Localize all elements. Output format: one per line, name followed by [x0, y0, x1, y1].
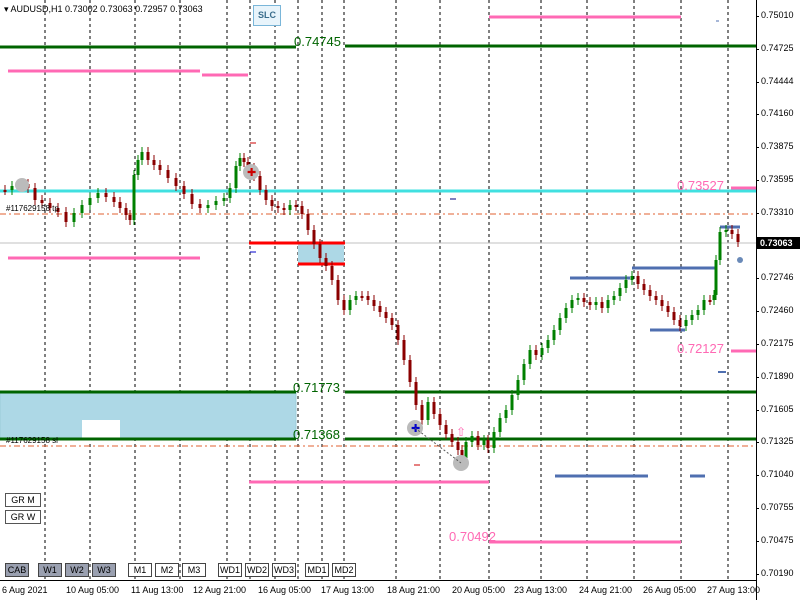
price-tick: 0.71890 [756, 370, 794, 381]
time-tick: 18 Aug 21:00 [387, 585, 441, 595]
time-tick: 23 Aug 13:00 [514, 585, 568, 595]
time-tick: 26 Aug 05:00 [643, 585, 697, 595]
price-tick: 0.74160 [756, 108, 794, 119]
level-label-pink-mid: 0.72127 [677, 341, 724, 356]
tf-button-wd3[interactable]: WD3 [272, 563, 296, 577]
symbol-info: AUDUSD,H1 0.73002 0.73063 0.72957 0.7306… [10, 4, 203, 14]
sell-arrow-icon: ✚ [247, 167, 256, 179]
time-tick: 10 Aug 05:00 [66, 585, 120, 595]
price-tick: 0.72746 [756, 272, 794, 283]
level-label-green-top: 0.74745 [294, 34, 341, 49]
tf-button-wd1[interactable]: WD1 [218, 563, 242, 577]
demand-zone [0, 391, 297, 440]
price-tick: 0.74444 [756, 75, 794, 86]
price-tick: 0.72175 [756, 338, 794, 348]
tf-button-md2[interactable]: MD2 [332, 563, 356, 577]
gr-w-button[interactable]: GR W [5, 510, 41, 524]
time-tick: 17 Aug 13:00 [321, 585, 375, 595]
price-tick: 0.74725 [756, 42, 794, 53]
price-tick: 0.70755 [756, 502, 794, 512]
level-label-green-low: 0.71368 [293, 427, 340, 442]
price-axis[interactable]: 0.75010 0.74725 0.74444 0.74160 0.73875 0.735… [756, 0, 800, 600]
time-tick: 24 Aug 21:00 [579, 585, 633, 595]
level-label-pink-low: 0.70492 [449, 529, 496, 544]
price-tick: 0.72460 [756, 305, 794, 316]
tf-button-wd2[interactable]: WD2 [245, 563, 269, 577]
price-tick: 0.73875 [756, 141, 794, 152]
time-tick: 20 Aug 05:00 [452, 585, 506, 595]
time-tick: 16 Aug 05:00 [258, 585, 312, 595]
time-tick: 27 Aug 13:00 [707, 585, 761, 595]
tf-button-w3[interactable]: W3 [92, 563, 116, 577]
time-tick: 11 Aug 13:00 [131, 585, 184, 595]
tf-button-w2[interactable]: W2 [65, 563, 89, 577]
tf-button-m2[interactable]: M2 [155, 563, 179, 577]
time-axis[interactable]: 6 Aug 2021 10 Aug 05:00 11 Aug 13:00 12 Aug… [0, 580, 760, 600]
price-tick: 0.70190 [756, 567, 794, 578]
tf-button-w1[interactable]: W1 [38, 563, 62, 577]
tp-label: #117629158 tp [6, 204, 59, 213]
chart-menu-icon[interactable]: ▾ [4, 4, 9, 14]
exit-arrow-icon: ⇧ [456, 425, 466, 439]
symbol-header: ▾ AUDUSD,H1 0.73002 0.73063 0.72957 0.73… [4, 4, 203, 15]
level-label-cyan: 0.73527 [677, 178, 724, 193]
current-price-tag: 0.73063 [757, 237, 800, 249]
price-chart[interactable]: ✚ ✚ ⇧ [0, 0, 756, 580]
price-tick: 0.71040 [756, 469, 794, 480]
trade-marker [15, 178, 29, 192]
price-tick: 0.71605 [756, 403, 794, 414]
tf-button-md1[interactable]: MD1 [305, 563, 329, 577]
price-tick: 0.71325 [756, 436, 794, 447]
tf-button-cab[interactable]: CAB [5, 563, 29, 577]
tf-button-m1[interactable]: M1 [128, 563, 152, 577]
sl-label: #117629158 sl [6, 436, 58, 445]
tf-button-m3[interactable]: M3 [182, 563, 206, 577]
gr-m-button[interactable]: GR M [5, 493, 41, 507]
trade-marker [737, 257, 743, 263]
time-tick: 6 Aug 2021 [2, 585, 48, 595]
chart-area[interactable]: ✚ ✚ ⇧ ▾ AUDUSD,H1 0.73002 0.73063 0.7295… [0, 0, 756, 580]
price-tick: 0.75010 [756, 10, 794, 20]
time-tick: 12 Aug 21:00 [193, 585, 247, 595]
price-tick: 0.70475 [756, 534, 794, 545]
slc-button[interactable]: SLC [253, 5, 281, 26]
price-tick: 0.73310 [756, 206, 794, 217]
price-tick: 0.73595 [756, 174, 794, 184]
level-label-green-mid: 0.71773 [293, 380, 340, 395]
